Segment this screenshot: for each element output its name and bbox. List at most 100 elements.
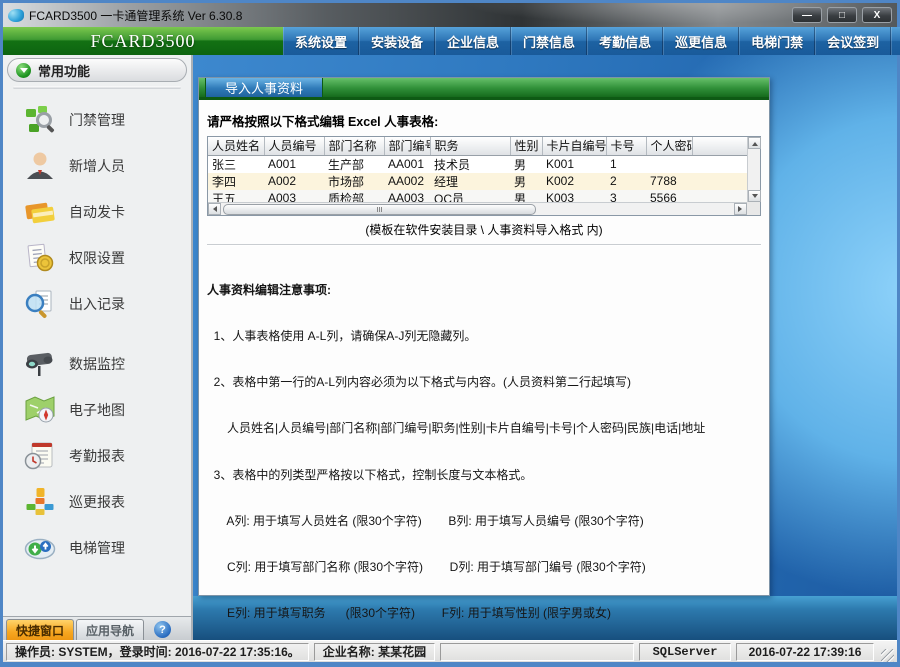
menu-company-info[interactable]: 企业信息 (435, 27, 511, 55)
app-window: FCARD3500 一卡通管理系统 Ver 6.30.8 — □ X FCARD… (0, 0, 900, 667)
access-records-icon (23, 287, 57, 321)
sidebar-item-label: 考勤报表 (69, 446, 125, 466)
table-row-selected[interactable]: 李四 A002 市场部 AA002 经理 男 K002 2 7788 (208, 173, 747, 190)
attendance-report-icon (23, 439, 57, 473)
scroll-up-icon[interactable] (748, 137, 761, 149)
note-line: C列: 用于填写部门名称 (限30个字符) D列: 用于填写部门编号 (限30个… (207, 560, 761, 575)
scrollbar-corner (747, 202, 760, 215)
sidebar-item-label: 出入记录 (69, 294, 125, 314)
body-row: 常用功能 门禁管理 新增人员 (3, 55, 897, 640)
cell: 1 (606, 155, 646, 173)
cell (646, 155, 692, 173)
sidebar-item-add-person[interactable]: 新增人员 (23, 143, 191, 189)
permission-settings-icon (23, 241, 57, 275)
cell: 李四 (208, 173, 264, 190)
sidebar-item-e-map[interactable]: 电子地图 (23, 387, 191, 433)
cell: AA002 (384, 173, 430, 190)
cell: 技术员 (430, 155, 510, 173)
sidebar-item-label: 巡更报表 (69, 492, 125, 512)
table-row[interactable]: 张三 A001 生产部 AA001 技术员 男 K001 1 (208, 155, 747, 173)
status-database: SQLServer (639, 643, 731, 661)
col-position[interactable]: 职务 (430, 137, 510, 155)
maximize-button[interactable]: □ (827, 7, 857, 23)
menu-access-info[interactable]: 门禁信息 (511, 27, 587, 55)
menu-system-settings[interactable]: 系统设置 (283, 27, 359, 55)
vertical-scrollbar[interactable] (747, 137, 760, 202)
data-monitor-icon (23, 347, 57, 381)
sidebar-header[interactable]: 常用功能 (7, 58, 187, 82)
col-person-id[interactable]: 人员编号 (264, 137, 324, 155)
sidebar-item-data-monitor[interactable]: 数据监控 (23, 341, 191, 387)
status-company: 企业名称: 某某花园 (314, 643, 435, 661)
tab-import-personnel[interactable]: 导入人事资料 (205, 78, 323, 97)
menu-elevator-access[interactable]: 电梯门禁 (739, 27, 815, 55)
col-person-name[interactable]: 人员姓名 (208, 137, 264, 155)
sidebar-item-label: 权限设置 (69, 248, 125, 268)
patrol-report-icon (23, 485, 57, 519)
cell: 生产部 (324, 155, 384, 173)
app-icon (8, 9, 24, 22)
col-gender[interactable]: 性别 (510, 137, 542, 155)
resize-grip[interactable] (881, 649, 894, 662)
scroll-down-icon[interactable] (748, 190, 761, 202)
cell: K001 (542, 155, 606, 173)
horizontal-scrollbar[interactable] (208, 202, 747, 215)
scrollbar-thumb[interactable] (223, 204, 536, 215)
import-personnel-panel: 导入人事资料 请严格按照以下格式编辑 Excel 人事表格: (198, 77, 770, 596)
panel-tab-bar: 导入人事资料 (199, 78, 769, 100)
sidebar-item-label: 新增人员 (69, 156, 125, 176)
col-filler (692, 137, 747, 155)
menu-attendance-info[interactable]: 考勤信息 (587, 27, 663, 55)
panel-body: 请严格按照以下格式编辑 Excel 人事表格: 人员姓名 (199, 103, 769, 595)
minimize-button[interactable]: — (792, 7, 822, 23)
window-title: FCARD3500 一卡通管理系统 Ver 6.30.8 (29, 7, 242, 24)
col-personal-pin[interactable]: 个人密码 (646, 137, 692, 155)
menu-meeting-signin[interactable]: 会议签到 (815, 27, 891, 55)
sidebar-item-label: 自动发卡 (69, 202, 125, 222)
tab-app-navigation[interactable]: 应用导航 (76, 619, 144, 640)
note-line: 2、表格中第一行的A-L列内容必须为以下格式与内容。(人员资料第二行起填写) (207, 375, 761, 390)
menu-patrol-info[interactable]: 巡更信息 (663, 27, 739, 55)
cell: 7788 (646, 173, 692, 190)
sidebar-divider (13, 86, 181, 89)
sidebar-item-label: 电梯管理 (69, 538, 125, 558)
note-line: 人事资料编辑注意事项: (207, 283, 761, 298)
status-datetime: 2016-07-22 17:39:16 (736, 643, 874, 661)
template-path-note: (模板在软件安装目录 \ 人事资料导入格式 内) (207, 221, 761, 238)
access-management-icon (23, 103, 57, 137)
help-icon[interactable]: ? (154, 621, 171, 638)
cell: 张三 (208, 155, 264, 173)
cell: 2 (606, 173, 646, 190)
sidebar-item-patrol-report[interactable]: 巡更报表 (23, 479, 191, 525)
col-dept-name[interactable]: 部门名称 (324, 137, 384, 155)
scroll-left-icon[interactable] (208, 203, 221, 215)
menu-bar: 系统设置 安装设备 企业信息 门禁信息 考勤信息 巡更信息 电梯门禁 会议签到 … (283, 27, 900, 55)
cell: 男 (510, 155, 542, 173)
sidebar-item-elevator-management[interactable]: 电梯管理 (23, 525, 191, 571)
status-operator: 操作员: SYSTEM，登录时间: 2016-07-22 17:35:16。 (6, 643, 309, 661)
menu-install-device[interactable]: 安装设备 (359, 27, 435, 55)
col-dept-id[interactable]: 部门编号 (384, 137, 430, 155)
sidebar-item-access-records[interactable]: 出入记录 (23, 281, 191, 327)
scroll-right-icon[interactable] (734, 203, 747, 215)
sidebar-item-auto-card[interactable]: 自动发卡 (23, 189, 191, 235)
cell: 市场部 (324, 173, 384, 190)
menu-lock-ui[interactable]: 界面锁定 (891, 27, 900, 55)
close-button[interactable]: X (862, 7, 892, 23)
col-card-custom-id[interactable]: 卡片自编号 (542, 137, 606, 155)
sidebar-bottom-tabs: 快捷窗口 应用导航 ? (3, 616, 191, 640)
sidebar-item-label: 数据监控 (69, 354, 125, 374)
personnel-table: 人员姓名 人员编号 部门名称 部门编号 职务 性别 卡片自编号 卡号 个人密码 (207, 136, 761, 216)
title-bar: FCARD3500 一卡通管理系统 Ver 6.30.8 — □ X (3, 3, 897, 27)
divider (207, 244, 761, 246)
tab-quick-window[interactable]: 快捷窗口 (6, 619, 74, 640)
sidebar-item-attendance-report[interactable]: 考勤报表 (23, 433, 191, 479)
elevator-management-icon (23, 531, 57, 565)
workspace: 导入人事资料 请严格按照以下格式编辑 Excel 人事表格: (193, 55, 897, 640)
sidebar-item-access-management[interactable]: 门禁管理 (23, 97, 191, 143)
cell: 经理 (430, 173, 510, 190)
sidebar-item-permission-settings[interactable]: 权限设置 (23, 235, 191, 281)
note-line: E列: 用于填写职务 (限30个字符) F列: 用于填写性别 (限字男或女) (207, 606, 761, 621)
collapse-arrow-icon (16, 63, 31, 78)
col-card-no[interactable]: 卡号 (606, 137, 646, 155)
